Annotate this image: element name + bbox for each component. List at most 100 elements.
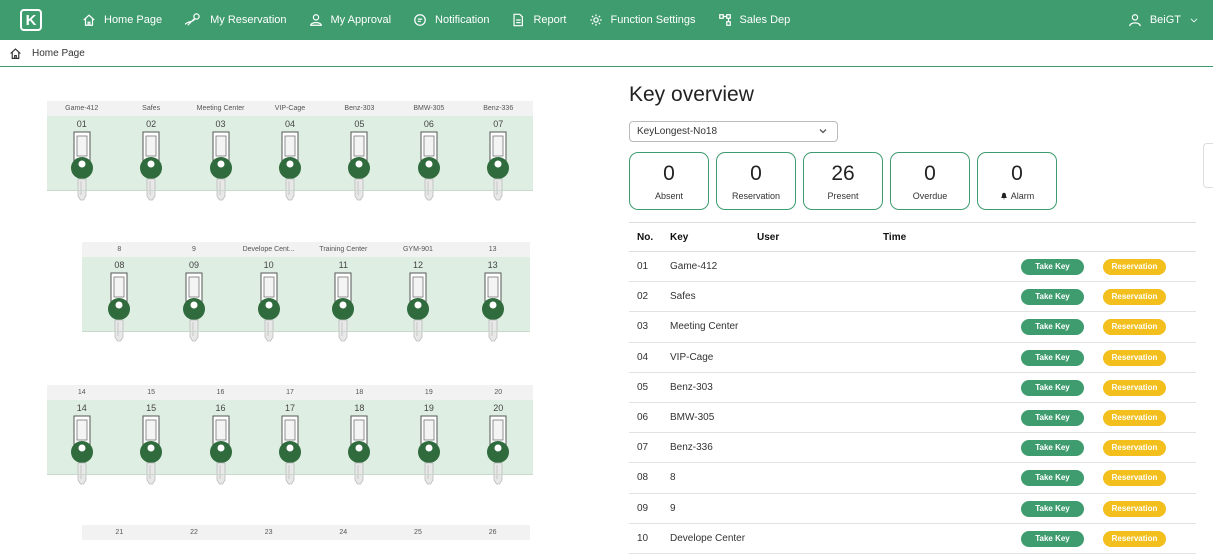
key-slot[interactable]: 02	[116, 116, 185, 201]
col-key-header: Key	[670, 231, 689, 243]
nav-home-page[interactable]: Home Page	[82, 13, 162, 27]
key-slot-number: 10	[263, 260, 274, 270]
cabinet-slot-label: Game-412	[65, 105, 99, 112]
key-slot-number: 17	[284, 403, 295, 413]
take-key-button[interactable]: Take Key	[1021, 500, 1084, 517]
cabinet-slot-label: 16	[216, 389, 225, 396]
key-slot[interactable]: 20	[464, 400, 533, 485]
key-slot[interactable]: 15	[116, 400, 185, 485]
take-key-button[interactable]: Take Key	[1021, 530, 1084, 547]
key-slot[interactable]: 07	[464, 116, 533, 201]
cabinet-slot-label: 20	[494, 389, 503, 396]
row-no: 02	[637, 291, 649, 303]
reservation-button[interactable]: Reservation	[1103, 470, 1166, 487]
cabinet-label-row: 14 15 16 17 18 19 20	[47, 385, 533, 400]
nav-label: My Approval	[330, 14, 392, 26]
cabinet-slot-label: 23	[264, 529, 273, 536]
key-slot[interactable]: 16	[186, 400, 255, 485]
key-slot[interactable]: 12	[381, 257, 456, 342]
reservation-button[interactable]: Reservation	[1103, 379, 1166, 396]
key-slot-number: 01	[76, 119, 87, 129]
key-slot[interactable]: 08	[82, 257, 157, 342]
stat-alarm[interactable]: 0 Alarm	[977, 152, 1057, 210]
reservation-button[interactable]: Reservation	[1103, 319, 1166, 336]
document-icon	[513, 13, 524, 27]
nav-my-reservation[interactable]: My Reservation	[184, 13, 287, 27]
reservation-button[interactable]: Reservation	[1103, 259, 1166, 275]
row-key-name: Safes	[670, 291, 696, 303]
side-drawer-handle[interactable]	[1203, 143, 1213, 188]
reservation-button[interactable]: Reservation	[1103, 440, 1166, 457]
key-slot[interactable]: 14	[47, 400, 116, 485]
take-key-button[interactable]: Take Key	[1021, 319, 1084, 336]
cabinet-slot-label: 22	[190, 529, 198, 536]
nav-notification[interactable]: Notification	[413, 13, 489, 27]
user-name: BeiGT	[1149, 14, 1181, 26]
cabinet-bay: 14 15 16 17 18 19 20	[47, 400, 533, 485]
key-slot-number: 18	[354, 403, 365, 413]
key-slot-number: 07	[493, 119, 504, 129]
key-slot[interactable]: 01	[47, 116, 116, 201]
cabinet-slot-label: 19	[424, 389, 433, 396]
reservation-button[interactable]: Reservation	[1103, 530, 1166, 547]
cabinet-slot-label: Develope Cent...	[242, 246, 295, 253]
key-slot[interactable]: 13	[455, 257, 530, 342]
key-slot[interactable]: 10	[231, 257, 306, 342]
key-icon	[406, 272, 429, 342]
stat-absent[interactable]: 0 Absent	[629, 152, 709, 210]
take-key-button[interactable]: Take Key	[1021, 470, 1084, 487]
chat-icon	[414, 14, 426, 26]
take-key-button[interactable]: Take Key	[1021, 349, 1084, 366]
row-no: 09	[637, 502, 649, 514]
key-slot[interactable]: 11	[306, 257, 381, 342]
cabinet-slot-label: 15	[147, 389, 156, 396]
key-slot[interactable]: 04	[255, 116, 324, 201]
key-icon	[209, 415, 232, 485]
key-slot[interactable]: 09	[157, 257, 232, 342]
key-slot-number: 19	[423, 403, 434, 413]
stat-reservation[interactable]: 0 Reservation	[716, 152, 796, 210]
row-key-name: Develope Center	[670, 532, 746, 544]
home-icon[interactable]	[9, 47, 22, 60]
key-slot[interactable]: 06	[394, 116, 463, 201]
cabinet-bay: 08 09 10 11 12 13	[82, 257, 530, 342]
take-key-button[interactable]: Take Key	[1021, 409, 1084, 426]
reservation-button[interactable]: Reservation	[1103, 500, 1166, 517]
take-key-button[interactable]: Take Key	[1021, 379, 1084, 396]
key-icon	[481, 272, 504, 342]
key-slot[interactable]: 19	[394, 400, 463, 485]
take-key-button[interactable]: Take Key	[1021, 289, 1084, 306]
key-slot[interactable]: 05	[325, 116, 394, 201]
reservation-button[interactable]: Reservation	[1103, 349, 1166, 366]
row-no: 07	[637, 442, 649, 454]
key-slot-number: 02	[146, 119, 157, 129]
key-slot[interactable]: 03	[186, 116, 255, 201]
cabinet-slot-label: BMW-305	[413, 105, 445, 112]
take-key-button[interactable]: Take Key	[1021, 259, 1084, 275]
row-no: 06	[637, 412, 649, 424]
nav-my-approval[interactable]: My Approval	[309, 13, 392, 27]
row-no: 10	[637, 532, 649, 544]
breadcrumb-current[interactable]: Home Page	[32, 48, 85, 59]
stat-value: 0	[663, 162, 675, 185]
take-key-button[interactable]: Take Key	[1021, 440, 1084, 457]
nav-sales-dep[interactable]: Sales Dep	[718, 13, 790, 27]
gear-icon	[589, 14, 602, 26]
stat-present[interactable]: 26 Present	[803, 152, 883, 210]
table-body: 01 Game-412 Take Key Reservation 02 Safes Take…	[629, 252, 1196, 554]
key-slot[interactable]: 18	[325, 400, 394, 485]
app-logo[interactable]: K	[20, 9, 42, 31]
cabinet-select[interactable]: KeyLongest-No18	[629, 121, 838, 142]
reservation-button[interactable]: Reservation	[1103, 409, 1166, 426]
row-key-name: 9	[670, 502, 676, 514]
user-approval-icon	[309, 14, 322, 26]
key-slot[interactable]: 17	[255, 400, 324, 485]
reservation-button[interactable]: Reservation	[1103, 289, 1166, 306]
nav-report[interactable]: Report	[511, 13, 567, 27]
nav-function-settings[interactable]: Function Settings	[589, 13, 696, 27]
stat-label: Overdue	[912, 191, 948, 201]
stat-overdue[interactable]: 0 Overdue	[890, 152, 970, 210]
cabinet-label-row: Game-412 Safes Meeting Center VIP-Cage Benz-…	[47, 101, 533, 116]
user-menu[interactable]: BeiGT	[1128, 0, 1199, 40]
table-row: 01 Game-412 Take Key Reservation	[629, 252, 1196, 283]
